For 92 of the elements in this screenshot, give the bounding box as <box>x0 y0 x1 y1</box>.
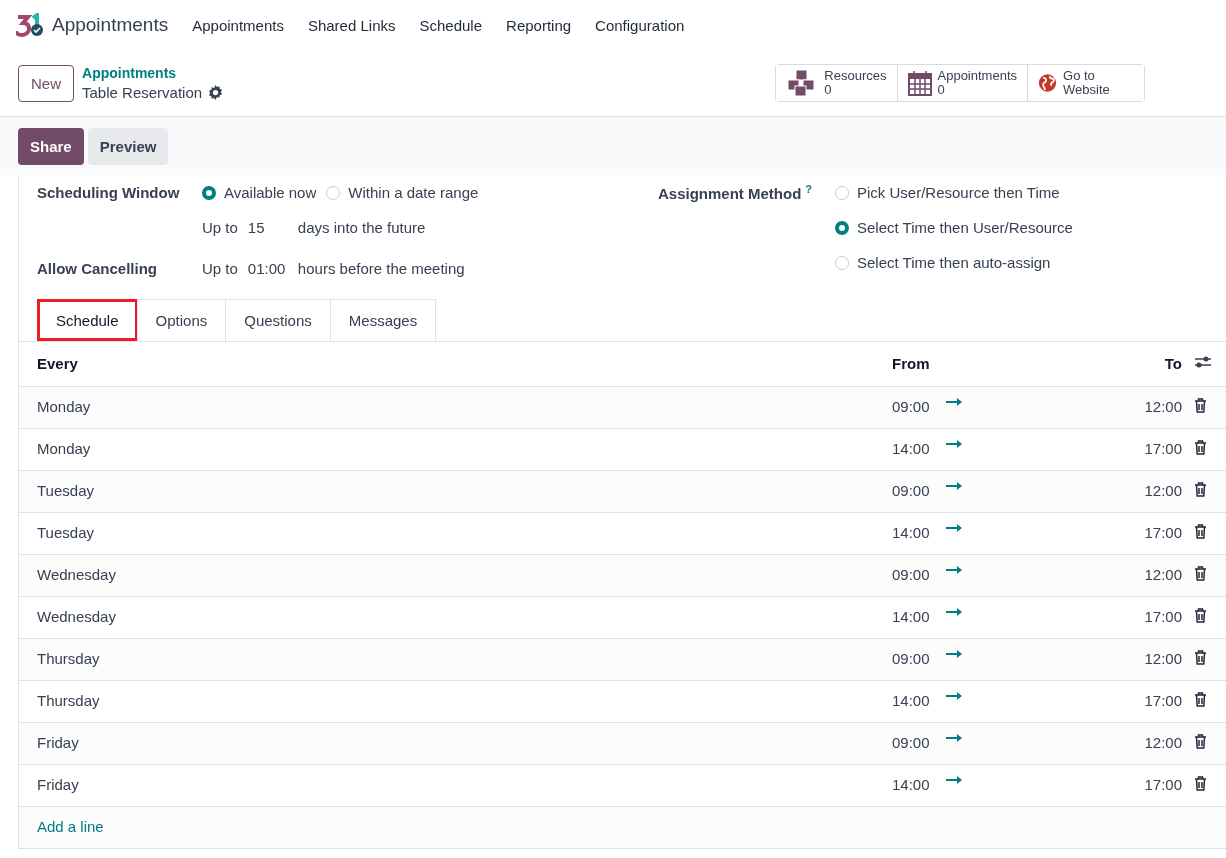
trash-icon[interactable] <box>1194 649 1207 665</box>
radio-option[interactable]: Pick User/Resource then Time <box>835 175 1073 210</box>
table-cell: 14:00 <box>892 524 930 542</box>
field-label: Assignment Method $^{?}$ <box>658 182 814 202</box>
radio-option[interactable]: Select Time then User/Resource <box>835 210 1073 245</box>
calendar-icon <box>907 70 932 96</box>
tab[interactable]: Messages <box>329 299 437 341</box>
trash-icon[interactable] <box>1194 481 1207 497</box>
radio-label: Pick User/Resource then Time <box>857 184 1060 201</box>
table-cell: 09:00 <box>892 566 930 584</box>
hours-field[interactable]: 01:00 <box>247 260 288 277</box>
field-prefix: Up to <box>202 260 238 277</box>
column-header[interactable]: To <box>1122 342 1182 386</box>
table-cell: Friday <box>19 764 892 806</box>
arrow-right-icon <box>945 524 962 532</box>
trash-icon[interactable] <box>1194 607 1207 623</box>
days-field[interactable]: 15 <box>247 219 288 236</box>
table-cell: Monday <box>19 386 892 428</box>
trash-icon[interactable] <box>1194 397 1207 413</box>
trash-icon[interactable] <box>1194 439 1207 455</box>
radio-button[interactable] <box>835 220 849 235</box>
tab[interactable]: Options <box>136 299 227 341</box>
table-cell: Wednesday <box>19 554 892 596</box>
table-cell: 14:00 <box>892 692 930 710</box>
table-cell: 17:00 <box>1122 428 1182 470</box>
trash-icon[interactable] <box>1194 565 1207 581</box>
table-cell: 12:00 <box>1122 638 1182 680</box>
table-cell: 17:00 <box>1122 680 1182 722</box>
app-logo-icon[interactable] <box>16 13 44 37</box>
globe-icon <box>1038 72 1057 94</box>
action-button[interactable]: Share <box>18 127 84 165</box>
table-cell: Thursday <box>19 638 892 680</box>
tab[interactable]: Schedule <box>37 299 138 341</box>
table-cell: Wednesday <box>19 596 892 638</box>
nav-menu-item[interactable]: Shared Links <box>307 16 396 34</box>
settings-icon[interactable] <box>208 85 224 100</box>
action-button[interactable]: Preview <box>87 127 169 165</box>
smart-button[interactable]: Resources 0 <box>776 65 898 101</box>
table-cell: 09:00 <box>892 482 930 500</box>
table-cell: 17:00 <box>1122 512 1182 554</box>
radio-label: Select Time then auto-assign <box>857 254 1051 271</box>
table-cell: 14:00 <box>892 776 930 794</box>
arrow-right-icon <box>945 566 962 574</box>
arrow-right-icon <box>945 734 962 742</box>
radio-option[interactable]: Available now <box>202 184 317 201</box>
table-cell: 17:00 <box>1122 596 1182 638</box>
table-cell: 12:00 <box>1122 722 1182 764</box>
arrow-right-icon <box>945 650 962 658</box>
table-cell: 12:00 <box>1122 554 1182 596</box>
arrow-right-icon <box>945 482 962 490</box>
add-line-link[interactable]: Add a line <box>37 818 104 835</box>
table-cell: 17:00 <box>1122 764 1182 806</box>
table-cell: Tuesday <box>19 512 892 554</box>
nav-menu-item[interactable]: Appointments <box>192 16 284 34</box>
trash-icon[interactable] <box>1194 733 1207 749</box>
breadcrumb-link[interactable]: Appointments <box>82 64 224 83</box>
arrow-right-icon <box>945 398 962 406</box>
app-name[interactable]: Appointments <box>52 14 169 36</box>
table-cell: 12:00 <box>1122 386 1182 428</box>
table-cell: 14:00 <box>892 440 930 458</box>
column-header[interactable]: Every <box>19 342 892 386</box>
table-cell: Thursday <box>19 680 892 722</box>
field-label: Scheduling Window <box>37 184 181 201</box>
trash-icon[interactable] <box>1194 523 1207 539</box>
arrow-right-icon <box>945 692 962 700</box>
nav-menu-item[interactable]: Configuration <box>595 16 685 34</box>
nav-menu-item[interactable]: Schedule <box>419 16 483 34</box>
table-cell: Monday <box>19 428 892 470</box>
arrow-right-icon <box>945 776 962 784</box>
radio-label: Available now <box>224 184 317 201</box>
trash-icon[interactable] <box>1194 691 1207 707</box>
table-cell: 09:00 <box>892 398 930 416</box>
arrow-right-icon <box>945 440 962 448</box>
table-cell: 09:00 <box>892 650 930 668</box>
trash-icon[interactable] <box>1194 775 1207 791</box>
field-prefix: Up to <box>202 219 238 236</box>
arrow-right-icon <box>945 608 962 616</box>
nav-menu-item[interactable]: Reporting <box>506 16 572 34</box>
record-title: Table Reservation <box>82 83 203 102</box>
table-cell: Tuesday <box>19 470 892 512</box>
field-suffix: hours before the meeting <box>297 260 465 277</box>
radio-button[interactable] <box>202 185 216 200</box>
new-button[interactable]: New <box>18 64 74 102</box>
field-label: Allow Cancelling <box>37 260 158 277</box>
table-cell: 12:00 <box>1122 470 1182 512</box>
radio-label: Select Time then User/Resource <box>857 219 1073 236</box>
table-cell: 09:00 <box>892 734 930 752</box>
field-suffix: days into the future <box>297 219 426 236</box>
table-cell: Friday <box>19 722 892 764</box>
table-cell: 14:00 <box>892 608 930 626</box>
column-header[interactable]: From <box>892 342 1122 386</box>
radio-option[interactable]: Select Time then auto-assign <box>835 245 1073 280</box>
